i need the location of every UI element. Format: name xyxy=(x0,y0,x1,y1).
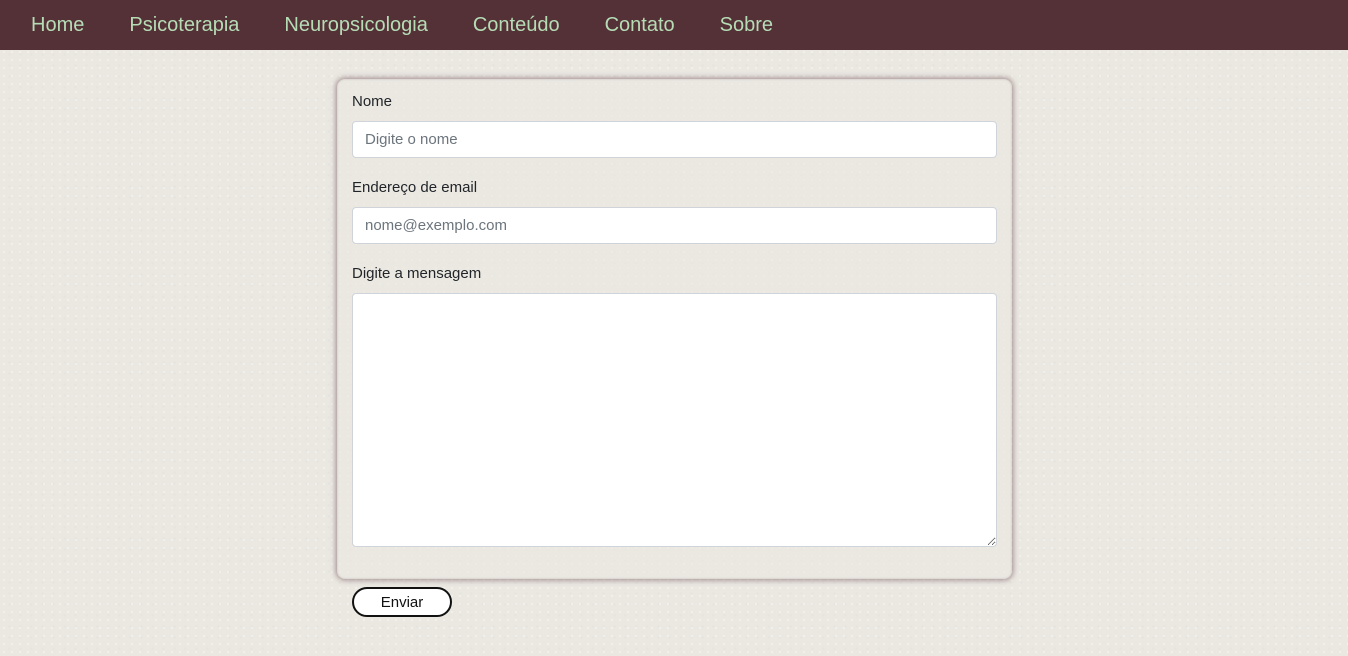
message-textarea[interactable] xyxy=(352,293,997,547)
nav-link-conteudo[interactable]: Conteúdo xyxy=(473,0,560,50)
nav-link-psicoterapia[interactable]: Psicoterapia xyxy=(129,0,239,50)
submit-button[interactable]: Enviar xyxy=(352,587,452,617)
name-input[interactable] xyxy=(352,121,997,158)
email-input[interactable] xyxy=(352,207,997,244)
nav-link-neuropsicologia[interactable]: Neuropsicologia xyxy=(284,0,427,50)
message-label: Digite a mensagem xyxy=(352,265,482,282)
top-navbar: Home Psicoterapia Neuropsicologia Conteú… xyxy=(0,0,1348,50)
nav-link-home[interactable]: Home xyxy=(31,0,84,50)
nav-link-contato[interactable]: Contato xyxy=(605,0,675,50)
email-label: Endereço de email xyxy=(352,179,478,196)
nav-link-sobre[interactable]: Sobre xyxy=(720,0,773,50)
name-label: Nome xyxy=(352,93,393,110)
contact-form: Nome Endereço de email Digite a mensagem xyxy=(337,79,1012,579)
